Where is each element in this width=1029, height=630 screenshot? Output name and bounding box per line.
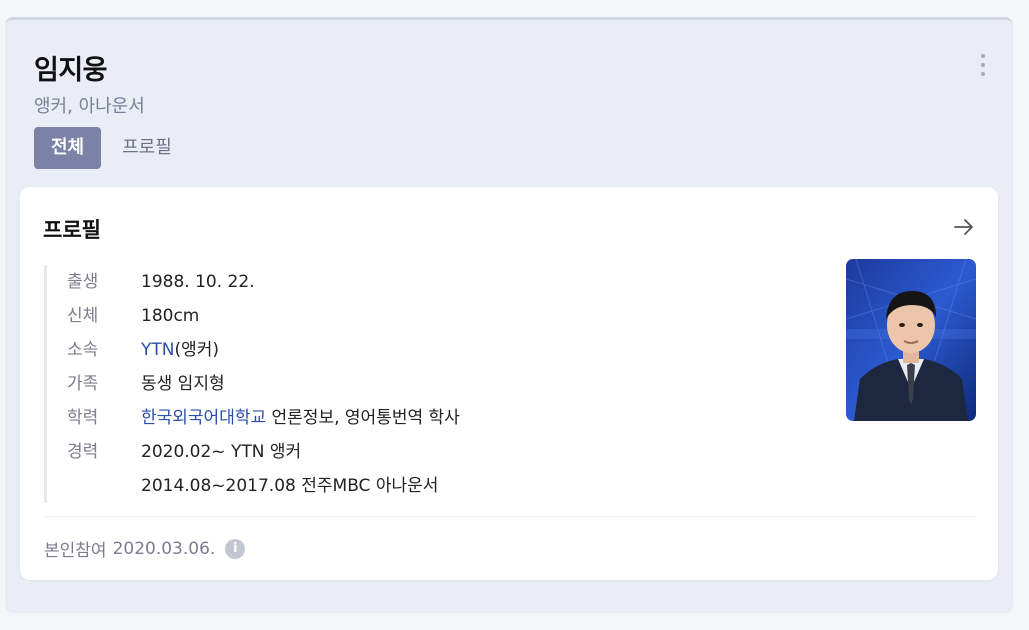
info-label: 가족: [67, 374, 99, 394]
info-value: 180cm: [141, 306, 200, 326]
info-value: 동생 임지형: [141, 374, 225, 394]
info-row-career: 경력 2020.02~ YTN 앵커 2014.08~2017.08 전주MBC…: [67, 435, 847, 503]
career-line: 2014.08~2017.08 전주MBC 아나운서: [141, 476, 439, 496]
tab-profile[interactable]: 프로필: [105, 127, 189, 169]
person-name: 임지웅: [34, 55, 108, 86]
tab-all[interactable]: 전체: [34, 127, 102, 169]
info-icon[interactable]: i: [225, 538, 246, 559]
info-value: 2020.02~ YTN 앵커 2014.08~2017.08 전주MBC 아나…: [141, 435, 438, 503]
card-divider: [44, 516, 976, 517]
profile-panel: 임지웅 앵커, 아나운서 전체 프로필 프로필 출생 1988. 10. 22.…: [5, 17, 1013, 613]
footer-date: 2020.03.06.: [112, 538, 216, 559]
info-row-agency: 소속 YTN(앵커): [67, 333, 847, 367]
info-value: 한국외국어대학교 언론정보, 영어통번역 학사: [141, 401, 460, 435]
more-vertical-icon[interactable]: [978, 54, 988, 80]
info-row-birth: 출생 1988. 10. 22.: [67, 265, 847, 299]
info-label: 신체: [67, 306, 99, 326]
person-role: 앵커, 아나운서: [34, 96, 145, 117]
card-title: 프로필: [43, 218, 101, 242]
self-participation-note: 본인참여 2020.03.06. i: [44, 536, 246, 561]
agency-suffix: (앵커): [174, 340, 220, 360]
info-value: YTN(앵커): [141, 333, 219, 367]
info-row-family: 가족 동생 임지형: [67, 367, 847, 401]
school-major: 언론정보, 영어통번역 학사: [266, 408, 460, 428]
info-row-education: 학력 한국외국어대학교 언론정보, 영어통번역 학사: [67, 401, 847, 435]
profile-card: 프로필 출생 1988. 10. 22. 신체 180cm 소속 YTN(앵커)…: [20, 187, 998, 580]
profile-photo[interactable]: [846, 259, 976, 421]
info-label: 출생: [67, 272, 99, 292]
profile-info-list: 출생 1988. 10. 22. 신체 180cm 소속 YTN(앵커) 가족 …: [44, 265, 847, 503]
info-label: 학력: [67, 408, 99, 428]
school-link[interactable]: 한국외국어대학교: [141, 408, 266, 428]
footer-label: 본인참여: [44, 541, 107, 561]
agency-link[interactable]: YTN: [141, 340, 175, 360]
career-line: 2020.02~ YTN 앵커: [141, 442, 302, 462]
info-label: 소속: [67, 340, 99, 360]
info-label: 경력: [67, 442, 99, 462]
tab-bar: 전체 프로필: [34, 127, 189, 169]
info-value: 1988. 10. 22.: [141, 272, 255, 292]
arrow-right-icon[interactable]: [952, 215, 976, 239]
info-row-body: 신체 180cm: [67, 299, 847, 333]
